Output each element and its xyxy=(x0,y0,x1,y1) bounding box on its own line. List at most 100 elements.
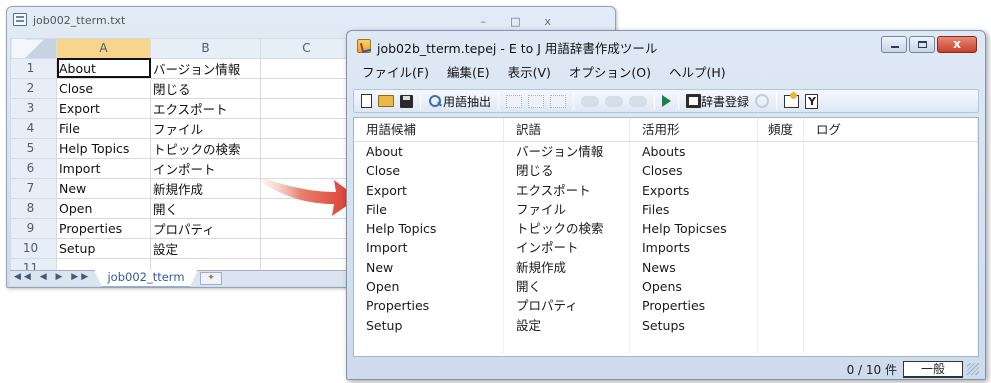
cell-c[interactable] xyxy=(260,57,353,79)
term-row[interactable]: Properties プロパティ Properties xyxy=(354,296,978,316)
menu-edit[interactable]: 編集(E) xyxy=(438,63,499,83)
term-row[interactable]: Export エクスポート Exports xyxy=(354,180,978,200)
header-translation[interactable]: 訳語 xyxy=(504,118,630,141)
menu-options[interactable]: オプション(O) xyxy=(560,63,660,83)
disabled-tool-button[interactable] xyxy=(503,91,525,111)
tool-maximize-button[interactable] xyxy=(909,36,935,53)
cell-b[interactable]: ファイル xyxy=(150,117,261,139)
term-cell: New xyxy=(354,257,504,278)
disabled-tool-button[interactable] xyxy=(602,91,626,111)
cell-a[interactable]: New xyxy=(56,177,151,199)
disabled-tool-button[interactable] xyxy=(525,91,547,111)
cell-c[interactable] xyxy=(260,237,353,259)
header-frequency[interactable]: 頻度 xyxy=(758,118,804,141)
extract-terms-label: 用語抽出 xyxy=(443,94,492,109)
row-header[interactable]: 8 xyxy=(10,197,57,219)
cell-b[interactable]: バージョン情報 xyxy=(150,57,261,79)
term-row[interactable]: Open 開く Opens xyxy=(354,277,978,297)
cell-a[interactable]: Setup xyxy=(56,237,151,259)
term-row[interactable]: File ファイル Files xyxy=(354,199,978,220)
register-dictionary-button[interactable]: 辞書登録 xyxy=(683,91,752,111)
menu-view[interactable]: 表示(V) xyxy=(499,63,560,83)
row-header[interactable]: 6 xyxy=(10,157,57,179)
cell-a[interactable]: Open xyxy=(56,197,151,219)
cell-b[interactable]: トピックの検索 xyxy=(150,137,261,159)
cell-a[interactable]: About xyxy=(56,57,151,79)
term-row[interactable]: Close 閉じる Closes xyxy=(354,161,978,181)
tool-window-controls: x xyxy=(881,36,977,53)
close-button[interactable]: x xyxy=(544,15,575,28)
cell-b[interactable]: 設定 xyxy=(150,237,261,259)
cell-a[interactable] xyxy=(56,257,151,270)
disabled-link-icon xyxy=(581,95,600,107)
term-list: 用語候補 訳語 活用形 頻度 ログ About バージョン情報 Abouts Clos… xyxy=(353,117,979,357)
frequency-cell xyxy=(758,199,804,220)
row-header[interactable]: 5 xyxy=(10,137,57,159)
tool-close-button[interactable]: x xyxy=(937,36,977,53)
sheet-nav-arrows[interactable]: ◀◀ ◀ ▶ ▶▶ xyxy=(14,272,91,282)
cell-a[interactable]: File xyxy=(56,117,151,139)
minimize-button[interactable]: – xyxy=(481,15,511,28)
disabled-tool-button[interactable] xyxy=(578,91,602,111)
spreadsheet-window-controls[interactable]: –□x xyxy=(481,15,575,28)
menu-file[interactable]: ファイル(F) xyxy=(353,63,438,83)
open-file-button[interactable] xyxy=(375,91,397,111)
term-row[interactable]: Help Topics トピックの検索 Help Topicses xyxy=(354,219,978,239)
term-row[interactable]: About バージョン情報 Abouts xyxy=(354,142,978,162)
translation-cell: ファイル xyxy=(504,199,630,220)
term-row[interactable]: Setup 設定 Setups xyxy=(354,315,978,335)
extract-terms-button[interactable]: 用語抽出 xyxy=(425,91,494,111)
sheet-tab[interactable]: job002_tterm xyxy=(94,270,198,287)
magnifier-icon xyxy=(428,94,443,109)
column-header-a[interactable]: A xyxy=(56,38,151,59)
run-button[interactable] xyxy=(659,91,674,111)
cell-a[interactable]: Help Topics xyxy=(56,137,151,159)
cell-c[interactable] xyxy=(260,117,353,139)
row-header[interactable]: 2 xyxy=(10,77,57,99)
header-log[interactable]: ログ xyxy=(804,118,978,141)
row-header[interactable]: 3 xyxy=(10,97,57,119)
maximize-button[interactable]: □ xyxy=(510,15,544,28)
inflection-cell: Setups xyxy=(630,315,758,335)
cell-c[interactable] xyxy=(260,97,353,119)
disabled-tool-button[interactable] xyxy=(547,91,569,111)
filter-button[interactable] xyxy=(802,91,821,111)
row-header[interactable]: 11 xyxy=(10,257,57,270)
cell-b[interactable]: 閉じる xyxy=(150,77,261,99)
term-row[interactable]: Import インポート Imports xyxy=(354,238,978,258)
disabled-tool-button[interactable] xyxy=(752,91,772,111)
log-cell xyxy=(804,142,978,162)
new-file-button[interactable] xyxy=(358,91,375,111)
row-header[interactable]: 10 xyxy=(10,237,57,259)
row-header[interactable]: 4 xyxy=(10,117,57,139)
column-header-c[interactable]: C xyxy=(260,38,353,59)
cell-a[interactable]: Properties xyxy=(56,217,151,239)
cell-c[interactable] xyxy=(260,257,353,270)
column-header-b[interactable]: B xyxy=(150,38,261,59)
new-sheet-icon[interactable]: ✦ xyxy=(200,272,222,285)
disabled-tool-button[interactable] xyxy=(626,91,650,111)
header-term-candidate[interactable]: 用語候補 xyxy=(354,118,504,141)
row-header[interactable]: 1 xyxy=(10,57,57,79)
log-cell xyxy=(804,238,978,258)
cell-a[interactable]: Close xyxy=(56,77,151,99)
translation-cell: 開く xyxy=(504,277,630,297)
term-row[interactable]: New 新規作成 News xyxy=(354,257,978,278)
cell-a[interactable]: Import xyxy=(56,157,151,179)
term-cell xyxy=(354,334,504,355)
header-inflection[interactable]: 活用形 xyxy=(630,118,758,141)
cell-c[interactable] xyxy=(260,137,353,159)
row-header[interactable]: 7 xyxy=(10,177,57,199)
menu-help[interactable]: ヘルプ(H) xyxy=(660,63,735,83)
cell-a[interactable]: Export xyxy=(56,97,151,119)
cell-b[interactable] xyxy=(150,257,261,270)
resize-grip-icon[interactable] xyxy=(967,363,979,375)
status-mode[interactable]: 一般 xyxy=(903,360,963,378)
tool-minimize-button[interactable] xyxy=(881,36,907,53)
select-all-corner[interactable] xyxy=(10,38,57,59)
cell-c[interactable] xyxy=(260,77,353,99)
properties-button[interactable] xyxy=(781,91,802,111)
cell-b[interactable]: エクスポート xyxy=(150,97,261,119)
save-file-button[interactable] xyxy=(397,91,416,111)
row-header[interactable]: 9 xyxy=(10,217,57,239)
